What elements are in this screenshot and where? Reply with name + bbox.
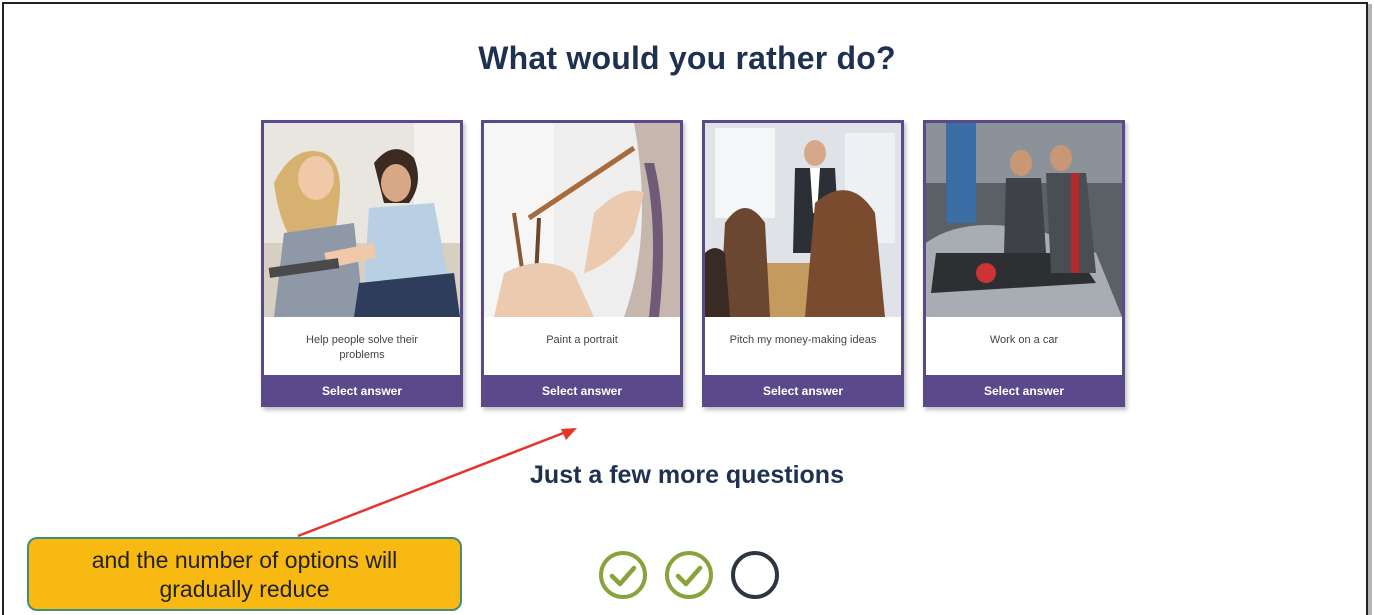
option-card-pitch-ideas[interactable]: Pitch my money-making ideas Select answe… xyxy=(702,120,904,407)
progress-heading: Just a few more questions xyxy=(530,461,844,489)
page-frame xyxy=(2,2,1368,615)
check-circle-icon xyxy=(664,550,714,600)
option-label: Paint a portrait xyxy=(546,334,618,346)
select-answer-button[interactable]: Select answer xyxy=(484,375,680,407)
option-card-paint-portrait[interactable]: Paint a portrait Select answer xyxy=(481,120,683,407)
page-title: What would you rather do? xyxy=(478,40,896,76)
option-label: Pitch my money-making ideas xyxy=(729,334,877,346)
presentation-photo xyxy=(705,123,901,317)
option-label-box: Paint a portrait xyxy=(484,317,680,375)
option-label-box: Pitch my money-making ideas xyxy=(705,317,901,375)
check-circle-icon xyxy=(598,550,648,600)
option-label-box: Help people solve their problems xyxy=(264,317,460,375)
annotation-callout: and the number of options will gradually… xyxy=(27,537,462,611)
painting-photo xyxy=(484,123,680,317)
counseling-photo xyxy=(264,123,460,317)
option-label: Work on a car xyxy=(989,334,1059,346)
option-card-help-people[interactable]: Help people solve their problems Select … xyxy=(261,120,463,407)
frame-shadow xyxy=(1368,4,1372,615)
option-card-work-on-car[interactable]: Work on a car Select answer xyxy=(923,120,1125,407)
option-label: Help people solve their problems xyxy=(306,334,418,361)
select-answer-button[interactable]: Select answer xyxy=(926,375,1122,407)
option-label-box: Work on a car xyxy=(926,317,1122,375)
select-answer-button[interactable]: Select answer xyxy=(264,375,460,407)
callout-line-2: gradually reduce xyxy=(159,576,330,602)
callout-line-1: and the number of options will xyxy=(91,547,398,573)
mechanics-photo xyxy=(926,123,1122,317)
empty-circle-icon xyxy=(730,550,780,600)
select-answer-button[interactable]: Select answer xyxy=(705,375,901,407)
